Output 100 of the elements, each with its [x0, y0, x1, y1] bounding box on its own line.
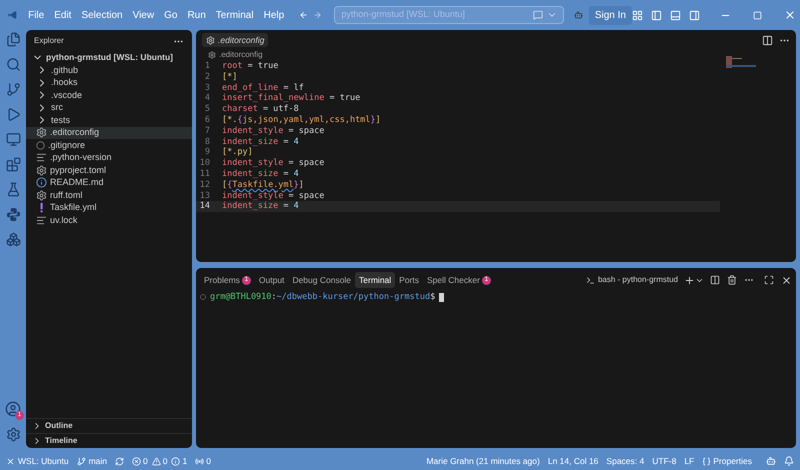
tree-item[interactable]: uv.lock — [26, 214, 192, 226]
files-icon[interactable] — [6, 32, 20, 47]
menu-item[interactable]: File — [23, 6, 50, 24]
command-input[interactable]: python-grmstud [WSL: Ubuntu] — [341, 8, 533, 22]
breadcrumb[interactable]: .editorconfig — [219, 48, 263, 60]
copilot-icon[interactable] — [766, 456, 776, 466]
gear-icon — [208, 50, 216, 58]
panel-tab[interactable]: Terminal — [355, 272, 396, 288]
extensions-icon[interactable] — [6, 157, 20, 172]
antenna-icon — [195, 456, 204, 466]
new-terminal-icon[interactable] — [684, 274, 695, 286]
blame-indicator[interactable]: Marie Grahn (21 minutes ago) — [426, 454, 540, 468]
branch-indicator[interactable]: main — [76, 454, 107, 468]
problems-indicator[interactable]: 0 0 1 — [132, 454, 188, 468]
back-icon[interactable] — [299, 9, 308, 21]
tree-item[interactable]: .hooks — [26, 76, 192, 89]
section-header[interactable]: Outline — [26, 418, 192, 433]
terminal-name[interactable]: bash - python-grmstud — [598, 274, 678, 286]
run-icon[interactable] — [6, 107, 20, 122]
tree-item[interactable]: pyproject.toml — [26, 164, 192, 176]
menu-item[interactable]: Run — [182, 6, 211, 24]
line-number: 14 — [198, 200, 211, 214]
menu-item[interactable]: Help — [258, 6, 290, 24]
close-icon[interactable] — [784, 9, 796, 21]
info-count: 1 — [182, 454, 188, 468]
cursor-position[interactable]: Ln 14, Col 16 — [548, 454, 598, 468]
language-label: Properties — [713, 454, 752, 468]
maximize-panel-icon[interactable] — [764, 275, 774, 285]
branch-icon[interactable] — [6, 82, 20, 97]
line-number: 13 — [198, 190, 211, 202]
sign-in-button[interactable]: Sign In — [588, 6, 632, 24]
tree-item[interactable]: .vscode — [26, 89, 192, 102]
panel-tab[interactable]: Ports — [395, 272, 424, 288]
maximize-icon[interactable] — [753, 10, 762, 20]
sync-icon[interactable] — [115, 456, 124, 466]
remote-indicator[interactable]: WSL: Ubuntu — [6, 454, 69, 468]
split-editor-icon[interactable] — [762, 34, 773, 46]
sidebar-toggle-icon[interactable] — [651, 10, 662, 20]
line-number: 7 — [204, 124, 211, 138]
search-icon[interactable] — [6, 57, 20, 72]
panel-tab[interactable]: Debug Console — [288, 272, 356, 288]
command-center[interactable]: python-grmstud [WSL: Ubuntu] — [334, 6, 564, 24]
boxes-icon[interactable] — [6, 232, 20, 247]
forward-icon[interactable] — [313, 9, 322, 21]
gear-icon — [36, 164, 47, 176]
line-number: 11 — [198, 168, 211, 180]
braces-icon — [702, 456, 712, 466]
code-line: 5 charset = utf-8 — [196, 104, 720, 115]
notifications-icon[interactable] — [784, 456, 794, 466]
tree-item[interactable]: .editorconfig — [26, 126, 192, 139]
chat-icon[interactable] — [532, 10, 543, 20]
editor-tab[interactable]: .editorconfig — [202, 33, 268, 47]
trash-icon[interactable] — [727, 275, 737, 285]
folder-label[interactable]: python-grmstud [WSL: Ubuntu] — [46, 50, 173, 64]
code-line: 6 [*.{js,json,yaml,yml,css,html}] — [196, 114, 720, 126]
ports-indicator[interactable]: 0 — [195, 454, 211, 468]
line-ending[interactable]: LF — [684, 454, 694, 468]
menu-item[interactable]: Terminal — [210, 6, 259, 24]
tree-item[interactable]: .python-version — [26, 152, 192, 164]
info-icon — [171, 456, 180, 466]
encoding[interactable]: UTF-8 — [652, 454, 676, 468]
split-terminal-icon[interactable] — [710, 275, 720, 285]
error-count: 0 — [143, 454, 148, 468]
menu-item[interactable]: Edit — [49, 6, 76, 24]
panel-toggle-icon[interactable] — [670, 10, 681, 20]
tree-item[interactable]: .github — [26, 64, 192, 76]
monitor-icon[interactable] — [6, 132, 20, 147]
terminal-prompt: grm@BTHL0910:~/dbwebb-kurser/python-grmstud$ — [210, 290, 436, 304]
code-line: 9 [*.py] — [196, 147, 720, 158]
robot-icon[interactable] — [574, 9, 583, 21]
code-line: 2 [*] — [196, 72, 720, 83]
settings-icon[interactable] — [6, 427, 20, 442]
flask-icon[interactable] — [6, 182, 20, 197]
line-number: 3 — [204, 82, 211, 94]
section-header[interactable]: Timeline — [26, 433, 192, 448]
warning-icon — [152, 456, 161, 466]
tree-item[interactable]: ruff.toml — [26, 189, 192, 202]
menu-item[interactable]: Selection — [76, 6, 128, 24]
indentation[interactable]: Spaces: 4 — [606, 454, 644, 468]
tree-item[interactable]: Taskfile.yml — [26, 202, 192, 214]
tree-item[interactable]: .gitignore — [26, 139, 192, 152]
line-number: 12 — [198, 178, 211, 192]
line-number: 9 — [204, 146, 211, 158]
panel-tab[interactable]: Output — [254, 272, 288, 288]
python-icon[interactable] — [6, 207, 20, 222]
lines-icon — [36, 152, 47, 164]
gear-icon — [206, 36, 215, 44]
menu-item[interactable]: Go — [159, 6, 182, 24]
tree-item[interactable]: README.md — [26, 176, 192, 189]
menu-item[interactable]: View — [128, 6, 160, 24]
gear-icon — [36, 127, 47, 138]
language-mode[interactable]: Properties — [702, 454, 752, 468]
tree-item[interactable]: src — [26, 102, 192, 114]
minimap-drawing — [726, 56, 756, 70]
account-icon[interactable] — [5, 401, 21, 417]
tree-item[interactable]: tests — [26, 114, 192, 126]
close-panel-icon[interactable] — [781, 274, 792, 286]
code-line: 7 indent_style = space — [196, 126, 720, 137]
layout-icon[interactable] — [632, 10, 643, 20]
secondary-sidebar-icon[interactable] — [689, 10, 700, 20]
